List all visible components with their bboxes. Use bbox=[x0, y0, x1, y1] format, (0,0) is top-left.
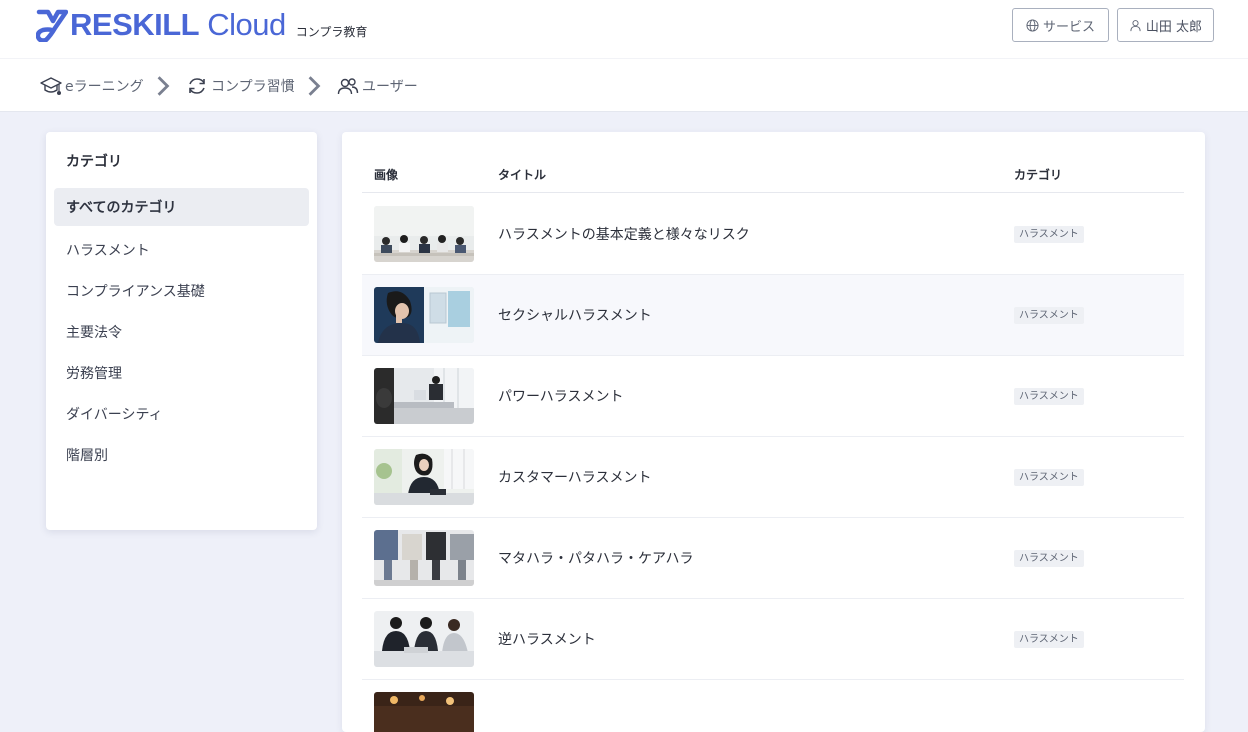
logo-text: RESKILL Cloud bbox=[70, 7, 286, 42]
course-title[interactable]: セクシャルハラスメント bbox=[498, 275, 652, 355]
column-header-image: 画像 bbox=[374, 168, 399, 182]
sidebar-item-major-laws[interactable]: 主要法令 bbox=[54, 311, 309, 352]
table-row[interactable]: カスタマーハラスメント ハラスメント bbox=[362, 437, 1184, 518]
table-row[interactable] bbox=[362, 680, 1184, 732]
chevron-right-icon bbox=[308, 76, 321, 96]
sidebar-item-all-categories[interactable]: すべてのカテゴリ bbox=[54, 188, 309, 226]
distressed-woman-photo bbox=[374, 287, 474, 343]
reskill-cloud-logo[interactable]: RESKILL Cloud コンプラ教育 bbox=[36, 8, 367, 42]
business-discussion-photo bbox=[374, 611, 474, 667]
meeting-table-photo bbox=[374, 206, 474, 262]
sidebar-item-harassment[interactable]: ハラスメント bbox=[54, 229, 309, 270]
category-badge: ハラスメント bbox=[1014, 631, 1084, 648]
course-title[interactable]: マタハラ・パタハラ・ケアハラ bbox=[498, 518, 693, 598]
sidebar-item-compliance-basics[interactable]: コンプライアンス基礎 bbox=[54, 270, 309, 311]
sidebar-item-diversity[interactable]: ダイバーシティ bbox=[54, 393, 309, 434]
table-row[interactable]: パワーハラスメント ハラスメント bbox=[362, 356, 1184, 437]
nav-label-users: ユーザー bbox=[362, 79, 418, 95]
table-row[interactable]: マタハラ・パタハラ・ケアハラ ハラスメント bbox=[362, 518, 1184, 599]
category-badge: ハラスメント bbox=[1014, 388, 1084, 405]
phone-call-photo bbox=[374, 449, 474, 505]
logo-mark-icon bbox=[36, 9, 68, 42]
category-badge: ハラスメント bbox=[1014, 550, 1084, 567]
category-badge: ハラスメント bbox=[1014, 226, 1084, 243]
sidebar-item-labor-management[interactable]: 労務管理 bbox=[54, 352, 309, 393]
course-thumbnail bbox=[374, 206, 474, 262]
nav-item-compliance-habit[interactable]: コンプラ習慣 bbox=[186, 59, 328, 113]
category-list: すべてのカテゴリ ハラスメント コンプライアンス基礎 主要法令 労務管理 ダイバ… bbox=[54, 188, 309, 475]
table-header: 画像 タイトル カテゴリ bbox=[362, 156, 1184, 193]
nav-label-compliance-habit: コンプラ習慣 bbox=[211, 79, 295, 95]
office-scolding-photo bbox=[374, 368, 474, 424]
service-button[interactable]: サービス bbox=[1012, 8, 1109, 42]
course-rows: ハラスメントの基本定義と様々なリスク ハラスメント セクシャルハラスメント ハラ… bbox=[362, 194, 1184, 732]
course-title[interactable]: パワーハラスメント bbox=[498, 356, 623, 436]
chevron-right-icon bbox=[157, 76, 170, 96]
course-title[interactable]: 逆ハラスメント bbox=[498, 599, 596, 679]
course-thumbnail bbox=[374, 368, 474, 424]
users-icon bbox=[337, 78, 359, 95]
course-thumbnail bbox=[374, 449, 474, 505]
course-thumbnail bbox=[374, 287, 474, 343]
seated-group-photo bbox=[374, 530, 474, 586]
course-title[interactable]: カスタマーハラスメント bbox=[498, 437, 651, 517]
main-navigation: eラーニング コンプラ習慣 ユーザー bbox=[0, 58, 1248, 112]
table-row[interactable]: セクシャルハラスメント ハラスメント bbox=[362, 275, 1184, 356]
user-icon bbox=[1130, 19, 1141, 31]
course-thumbnail bbox=[374, 530, 474, 586]
category-sidebar: カテゴリ すべてのカテゴリ ハラスメント コンプライアンス基礎 主要法令 労務管… bbox=[46, 132, 317, 530]
course-table-card: 画像 タイトル カテゴリ ハラスメントの基本定義と様々なリスク ハラスメント セ… bbox=[342, 132, 1205, 732]
column-header-category: カテゴリ bbox=[1014, 168, 1063, 182]
user-menu-button[interactable]: 山田 太郎 bbox=[1117, 8, 1214, 42]
partial-photo bbox=[374, 692, 474, 732]
app-header: RESKILL Cloud コンプラ教育 サービス 山田 太郎 bbox=[0, 0, 1248, 58]
logo-subtitle: コンプラ教育 bbox=[295, 25, 368, 39]
course-title[interactable]: ハラスメントの基本定義と様々なリスク bbox=[498, 194, 750, 274]
category-badge: ハラスメント bbox=[1014, 469, 1084, 486]
user-name-label: 山田 太郎 bbox=[1145, 19, 1203, 35]
category-badge: ハラスメント bbox=[1014, 307, 1084, 324]
nav-label-elearning: eラーニング bbox=[65, 79, 144, 95]
globe-icon bbox=[1026, 18, 1039, 32]
sidebar-item-by-level[interactable]: 階層別 bbox=[54, 434, 309, 475]
course-thumbnail bbox=[374, 692, 474, 732]
nav-item-users[interactable]: ユーザー bbox=[337, 59, 418, 113]
column-header-title: タイトル bbox=[498, 168, 547, 182]
graduation-cap-icon bbox=[40, 77, 62, 95]
course-thumbnail bbox=[374, 611, 474, 667]
service-button-label: サービス bbox=[1042, 19, 1095, 35]
table-row[interactable]: ハラスメントの基本定義と様々なリスク ハラスメント bbox=[362, 194, 1184, 275]
table-row[interactable]: 逆ハラスメント ハラスメント bbox=[362, 599, 1184, 680]
nav-item-elearning[interactable]: eラーニング bbox=[40, 59, 177, 113]
sidebar-title: カテゴリ bbox=[66, 154, 122, 170]
refresh-cycle-icon bbox=[189, 78, 205, 94]
